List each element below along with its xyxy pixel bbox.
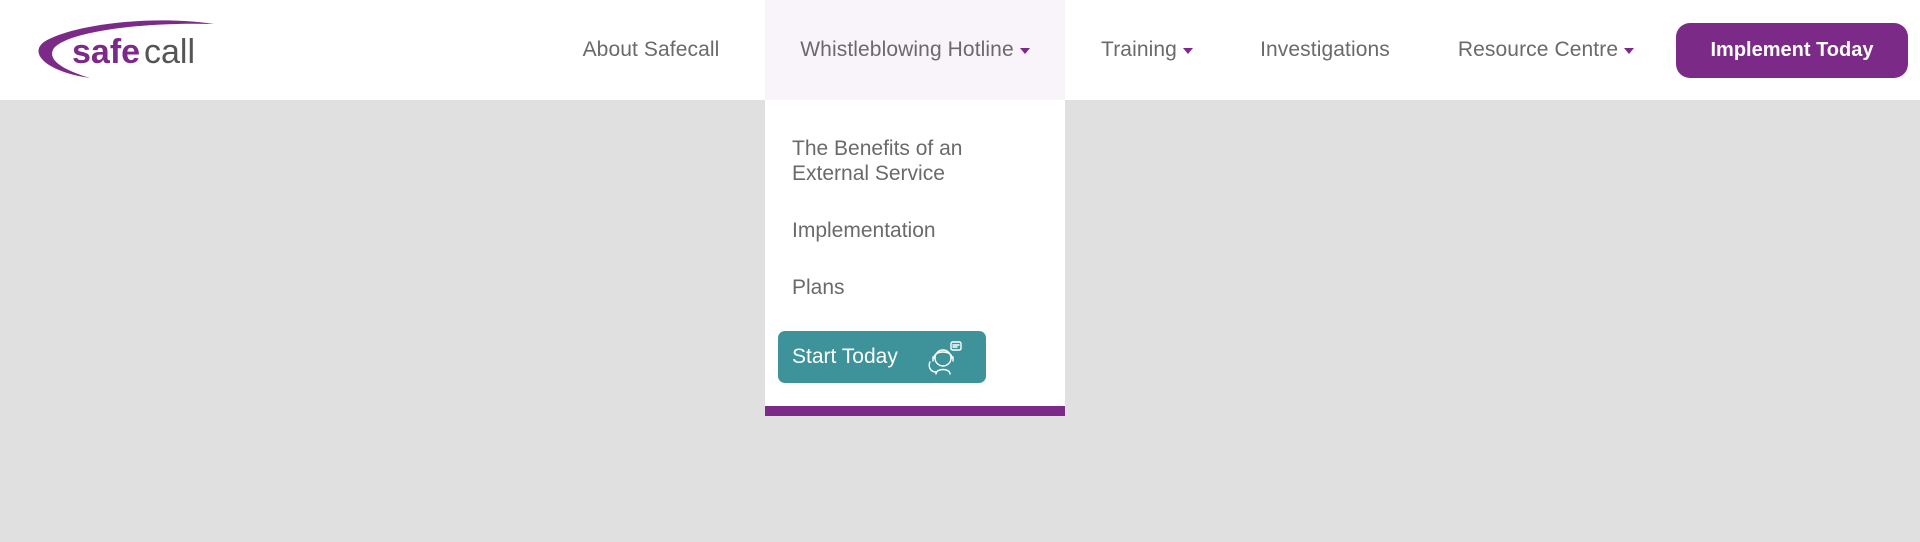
dropdown-item-implementation[interactable]: Implementation [792, 218, 1032, 243]
nav-training-label: Training [1101, 38, 1177, 61]
implement-today-button[interactable]: Implement Today [1676, 23, 1908, 78]
nav-resource-centre[interactable]: Resource Centre [1446, 0, 1646, 100]
safecall-logo[interactable]: safe call [38, 20, 218, 82]
dropdown-item-plans[interactable]: Plans [792, 275, 1032, 300]
support-agent-icon [926, 340, 964, 376]
nav-whistleblowing-hotline[interactable]: Whistleblowing Hotline [765, 0, 1065, 100]
nav-whistleblowing-label: Whistleblowing Hotline [800, 38, 1014, 61]
svg-text:call: call [144, 33, 195, 71]
safecall-logo-icon: safe call [38, 20, 215, 78]
caret-down-icon [1019, 48, 1030, 54]
nav-investigations-label: Investigations [1260, 38, 1390, 61]
start-today-label: Start Today [792, 345, 898, 368]
whistleblowing-dropdown-menu: The Benefits of an External Service Impl… [765, 100, 1065, 416]
start-today-button[interactable]: Start Today [778, 331, 986, 383]
nav-about-safecall[interactable]: About Safecall [574, 0, 728, 100]
caret-down-icon [1624, 48, 1635, 54]
nav-resource-label: Resource Centre [1457, 38, 1619, 61]
svg-text:safe: safe [72, 33, 140, 71]
nav-training[interactable]: Training [1084, 0, 1210, 100]
caret-down-icon [1182, 48, 1193, 54]
site-header: safe call About Safecall Whistleblowing … [0, 0, 1920, 100]
dropdown-item-benefits[interactable]: The Benefits of an External Service [792, 136, 1032, 186]
nav-about-label: About Safecall [582, 38, 720, 61]
nav-investigations[interactable]: Investigations [1240, 0, 1410, 100]
